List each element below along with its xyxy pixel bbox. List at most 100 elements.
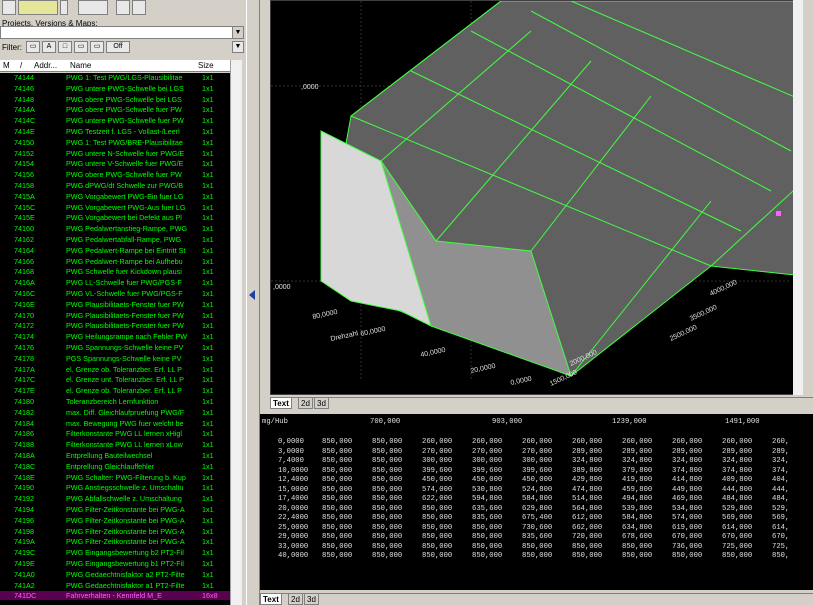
list-item[interactable]: 74174 PWG Heilungsrampe nach Fehler PW 1x1 <box>0 332 230 341</box>
list-item[interactable]: 7414E PWG Testzeit f. LGS - Vollast-/Leer… <box>0 127 230 136</box>
table-cell[interactable]: 850,000 <box>322 533 352 541</box>
list-item[interactable]: 74170 PWG Plausibilitaets-Fenster fuer PW… <box>0 311 230 320</box>
list-item[interactable]: 7417E el. Grenze ob. Toleranzber. Erf. LL… <box>0 386 230 395</box>
list-item[interactable]: 74194 PWG Filter-Zeitkonstante bei PWG-A 1… <box>0 505 230 514</box>
col-address[interactable]: Addr... <box>34 61 57 70</box>
table-cell[interactable]: 300,000 <box>472 457 502 465</box>
table-cell[interactable]: 300,000 <box>422 457 452 465</box>
table-cell[interactable]: 260,000 <box>672 438 702 446</box>
table-cell[interactable]: 459,800 <box>622 486 652 494</box>
list-item[interactable]: 74150 PWG 1: Test PWG/BRE-Plausibilitae 1x… <box>0 138 230 147</box>
tab-text-bottom[interactable]: Text <box>260 594 282 605</box>
table-cell[interactable]: 670, <box>772 533 789 541</box>
table-cell[interactable]: 289,000 <box>722 448 752 456</box>
table-cell[interactable]: 399,600 <box>472 467 502 475</box>
tab-2d[interactable]: 2d <box>298 398 313 409</box>
list-item[interactable]: 7416A PWG LL-Schwelle fuer PWG/PGS-F 1x1 <box>0 278 230 287</box>
list-item[interactable]: 74190 PWG Anstiegsschwelle z. Umschaltu 1x… <box>0 483 230 492</box>
table-cell[interactable]: 850,000 <box>322 438 352 446</box>
filter-d-button[interactable]: ▭ <box>74 41 88 53</box>
filter-all-button[interactable]: ▭ <box>26 41 40 53</box>
table-cell[interactable]: 429,800 <box>572 476 602 484</box>
table-cell[interactable]: 634,800 <box>622 524 652 532</box>
table-cell[interactable]: 736,000 <box>672 543 702 551</box>
list-item[interactable]: 74148 PWG obere PWG-Schwelle bei LGS 1x1 <box>0 95 230 104</box>
list-item[interactable]: 74188 Filterkonstante PWG LL lernen xLow 1… <box>0 440 230 449</box>
list-item[interactable]: 74184 max. Bewegung PWG fuer welcht be 1x1 <box>0 419 230 428</box>
list-item[interactable]: 74198 PWG Filter-Zeitkonstante bei PWG-A 1… <box>0 527 230 536</box>
table-cell[interactable]: 850,000 <box>422 514 452 522</box>
table-cell[interactable]: 289,000 <box>672 448 702 456</box>
filter-e-button[interactable]: ▭ <box>90 41 104 53</box>
table-cell[interactable]: 850,000 <box>372 476 402 484</box>
table-cell[interactable]: 850, <box>772 552 789 560</box>
list-item[interactable]: 74156 PWG obere PWG-Schwelle fuer PW 1x1 <box>0 170 230 179</box>
table-cell[interactable]: 850,000 <box>722 552 752 560</box>
table-cell[interactable]: 850,000 <box>372 524 402 532</box>
table-cell[interactable]: 850,000 <box>372 552 402 560</box>
table-cell[interactable]: 850,000 <box>372 438 402 446</box>
table-cell[interactable]: 850,000 <box>672 552 702 560</box>
table-cell[interactable]: 524,800 <box>522 486 552 494</box>
table-cell[interactable]: 260,000 <box>422 438 452 446</box>
table-cell[interactable]: 850,000 <box>572 552 602 560</box>
table-cell[interactable]: 850,000 <box>322 448 352 456</box>
table-cell[interactable]: 419,800 <box>622 476 652 484</box>
table-cell[interactable]: 850,000 <box>322 476 352 484</box>
table-cell[interactable]: 569,000 <box>722 514 752 522</box>
table-cell[interactable]: 850,000 <box>572 543 602 551</box>
col-name[interactable]: Name <box>70 61 91 70</box>
table-cell[interactable]: 850,000 <box>472 524 502 532</box>
table-cell[interactable]: 850,000 <box>522 552 552 560</box>
table-cell[interactable]: 720,000 <box>572 533 602 541</box>
table-cell[interactable]: 469,800 <box>672 495 702 503</box>
table-cell[interactable]: 260,000 <box>572 438 602 446</box>
list-item[interactable]: 74172 PWG Plausibilitaets-Fenster fuer PW… <box>0 321 230 330</box>
table-cell[interactable]: 260,000 <box>622 438 652 446</box>
table-cell[interactable]: 629,800 <box>522 505 552 513</box>
table-cell[interactable]: 374, <box>772 467 789 475</box>
col-slash[interactable]: / <box>20 61 22 70</box>
list-item[interactable]: 74176 PWG Spannungs-Schwelle keine PV 1x1 <box>0 343 230 352</box>
table-cell[interactable]: 444, <box>772 486 789 494</box>
table-cell[interactable]: 635,600 <box>472 505 502 513</box>
list-item[interactable]: 7414C PWG untere PWG-Schwelle fuer PW 1x1 <box>0 116 230 125</box>
col-size[interactable]: Size <box>198 61 214 70</box>
pane-splitter[interactable] <box>246 0 260 605</box>
list-item[interactable]: 74164 PWG Pedalwert-Rampe bei Eintritt St… <box>0 246 230 255</box>
table-cell[interactable]: 850,000 <box>472 543 502 551</box>
list-item[interactable]: 741DC Fahrverhalten - Kennfeld M_E 16x8 <box>0 591 230 601</box>
table-cell[interactable]: 670,000 <box>722 533 752 541</box>
list-item[interactable]: 74168 PWG Schwelle fuer Kickdown plausi 1x… <box>0 267 230 276</box>
tab-text[interactable]: Text <box>270 398 292 409</box>
table-cell[interactable]: 850,000 <box>472 552 502 560</box>
table-cell[interactable]: 409,800 <box>722 476 752 484</box>
table-cell[interactable]: 270,000 <box>422 448 452 456</box>
list-item[interactable]: 74144 PWG 1: Test PWG/LGS-Plausibilitae 1x… <box>0 73 230 82</box>
table-cell[interactable]: 584,800 <box>522 495 552 503</box>
save-button[interactable] <box>2 0 16 15</box>
list-item[interactable]: 7418C Entprellung Gleichlauffehler 1x1 <box>0 462 230 471</box>
table-cell[interactable]: 270,000 <box>522 448 552 456</box>
tab-2d-bottom[interactable]: 2d <box>288 594 303 605</box>
table-cell[interactable]: 594,800 <box>472 495 502 503</box>
collapse-arrow-icon[interactable] <box>249 290 255 300</box>
table-cell[interactable]: 374,800 <box>722 467 752 475</box>
table-cell[interactable]: 414,800 <box>672 476 702 484</box>
tab-3d[interactable]: 3d <box>314 398 329 409</box>
filter-a-button[interactable]: A <box>42 41 56 53</box>
table-cell[interactable]: 850,000 <box>372 505 402 513</box>
filter-dropdown-icon[interactable]: ▼ <box>232 41 244 53</box>
table-cell[interactable]: 450,000 <box>472 476 502 484</box>
list-item[interactable]: 741A0 PWG Gedaechtnisfaktor a2 PT2-Filte 1… <box>0 570 230 579</box>
table-cell[interactable]: 614,000 <box>722 524 752 532</box>
table-cell[interactable]: 619,000 <box>672 524 702 532</box>
list-item[interactable]: 7414A PWG obere PWG-Schwelle fuer PW 1x1 <box>0 105 230 114</box>
list-item[interactable]: 74152 PWG untere N-Schwelle fuer PWG/E 1x1 <box>0 149 230 158</box>
table-cell[interactable]: 529, <box>772 505 789 513</box>
table-cell[interactable]: 449,800 <box>672 486 702 494</box>
table-cell[interactable]: 850,000 <box>422 524 452 532</box>
table-cell[interactable]: 725, <box>772 543 789 551</box>
table-cell[interactable]: 324,800 <box>722 457 752 465</box>
list-item[interactable]: 7417A el. Grenze ob. Toleranzber. Erf. LL… <box>0 365 230 374</box>
